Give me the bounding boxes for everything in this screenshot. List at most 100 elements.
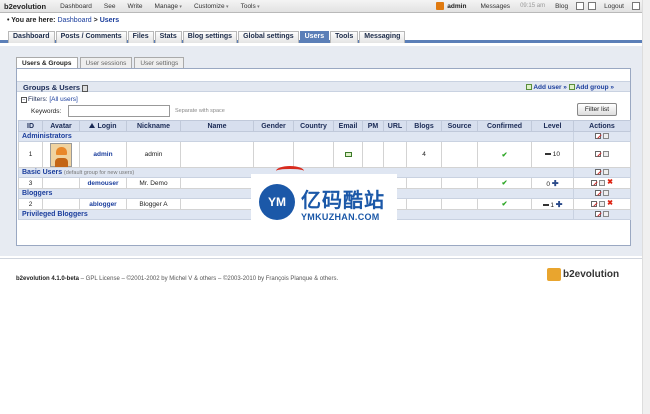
filter-list-button[interactable]: Filter list	[577, 103, 617, 116]
export-icon[interactable]	[82, 84, 89, 92]
tab-posts-comments[interactable]: Posts / Comments	[55, 31, 127, 43]
collapse-filters-icon[interactable]: −	[21, 97, 27, 103]
edit-icon[interactable]	[595, 151, 601, 158]
footer-version[interactable]: b2evolution 4.1.0-beta	[16, 276, 79, 282]
user-source	[441, 177, 478, 189]
breadcrumb-current[interactable]: Users	[100, 17, 119, 24]
add-group-link[interactable]: Add group »	[576, 84, 614, 91]
user-login[interactable]: admin	[79, 141, 127, 168]
tab-blog-settings[interactable]: Blog settings	[182, 31, 238, 43]
decrease-level-icon[interactable]	[544, 153, 551, 156]
user-avatar-cell	[42, 141, 80, 168]
filters-label: Filters:	[28, 96, 48, 103]
window-icon[interactable]	[588, 2, 597, 10]
user-gender	[253, 141, 294, 168]
col-confirmed[interactable]: Confirmed	[477, 120, 532, 132]
toolbar-time: 09:15 am	[520, 3, 546, 9]
user-name	[180, 198, 254, 210]
toolbar-logout[interactable]: Logout	[598, 3, 630, 10]
tab-dashboard[interactable]: Dashboard	[8, 31, 55, 43]
tab-messaging[interactable]: Messaging	[359, 31, 406, 43]
panel-links: Add user » Add group »	[526, 84, 614, 91]
add-user-link[interactable]: Add user »	[533, 84, 567, 91]
user-source	[441, 198, 478, 210]
brand-label[interactable]: b2evolution	[0, 2, 54, 11]
watermark-subtitle: YMKUZHAN.COM	[301, 212, 380, 222]
edit-icon[interactable]	[595, 169, 601, 176]
edit-icon[interactable]	[591, 179, 598, 186]
user-icon	[436, 2, 445, 10]
avatar[interactable]	[50, 142, 72, 167]
user-login[interactable]: demouser	[79, 177, 127, 189]
subtab-user-settings[interactable]: User settings	[134, 57, 185, 68]
copy-icon[interactable]	[603, 151, 609, 158]
col-blogs[interactable]: Blogs	[406, 120, 442, 132]
user-id: 1	[18, 141, 43, 168]
toolbar-blog[interactable]: Blog	[549, 3, 574, 10]
keywords-input[interactable]	[68, 105, 170, 117]
decrease-level-icon[interactable]	[542, 203, 549, 206]
user-pm	[362, 141, 384, 168]
group-name[interactable]: Administrators	[22, 133, 72, 140]
col-nickname[interactable]: Nickname	[126, 120, 181, 132]
tab-users[interactable]: Users	[299, 31, 330, 43]
delete-icon[interactable]: ✖	[607, 179, 613, 186]
edit-icon[interactable]	[595, 133, 601, 140]
tab-stats[interactable]: Stats	[154, 31, 182, 43]
col-level[interactable]: Level	[531, 120, 574, 132]
tab-global-settings[interactable]: Global settings	[238, 31, 299, 43]
subtab-users-groups[interactable]: Users & Groups	[16, 57, 78, 68]
toolbar-user[interactable]: admin	[428, 2, 474, 10]
email-icon[interactable]	[344, 151, 352, 157]
group-name[interactable]: Bloggers	[22, 190, 52, 197]
group-name[interactable]: Privileged Bloggers	[22, 211, 88, 218]
col-gender[interactable]: Gender	[253, 120, 294, 132]
tab-tools[interactable]: Tools	[330, 31, 359, 43]
col-login[interactable]: Login	[79, 120, 127, 132]
add-user-icon[interactable]	[526, 84, 533, 91]
toolbar-write[interactable]: Write	[121, 3, 148, 10]
copy-icon[interactable]	[603, 169, 609, 176]
increase-level-icon[interactable]: ✚	[552, 179, 559, 188]
filters-value[interactable]: [All users]	[49, 96, 78, 103]
edit-icon[interactable]	[591, 200, 598, 207]
user-confirmed: ✔	[477, 177, 532, 189]
subtab-user-sessions[interactable]: User sessions	[79, 57, 133, 68]
user-login[interactable]: ablogger	[79, 198, 127, 210]
footer-logo[interactable]: b2evolution	[547, 268, 619, 281]
user-blogs[interactable]: 4	[406, 141, 442, 168]
col-url[interactable]: URL	[383, 120, 407, 132]
copy-icon[interactable]	[603, 133, 609, 140]
footer-license: – GPL License – ©2001-2002 by Michel V &…	[79, 276, 339, 282]
user-name	[180, 141, 254, 168]
copy-icon[interactable]	[599, 200, 606, 207]
add-group-icon[interactable]	[568, 84, 575, 91]
close-icon[interactable]	[632, 2, 640, 10]
user-level: 10	[531, 141, 574, 168]
user-avatar-cell	[42, 177, 80, 189]
col-country[interactable]: Country	[293, 120, 334, 132]
edit-icon[interactable]	[595, 211, 601, 218]
toolbar-manage[interactable]: Manage	[149, 3, 188, 10]
increase-level-icon[interactable]: ✚	[556, 200, 563, 209]
col-email[interactable]: Email	[333, 120, 363, 132]
col-name[interactable]: Name	[180, 120, 254, 132]
toolbar-dashboard[interactable]: Dashboard	[54, 3, 98, 10]
toolbar-see[interactable]: See	[98, 3, 122, 10]
col-id[interactable]: ID	[18, 120, 43, 132]
copy-icon[interactable]	[599, 179, 606, 186]
group-name[interactable]: Basic Users	[22, 169, 62, 176]
edit-icon[interactable]	[595, 190, 601, 197]
delete-icon[interactable]: ✖	[607, 200, 613, 207]
col-source[interactable]: Source	[441, 120, 478, 132]
group-actions	[573, 209, 631, 220]
toolbar-tools[interactable]: Tools	[235, 3, 266, 10]
toolbar-messages[interactable]: Messages	[474, 3, 516, 10]
toolbar-customize[interactable]: Customize	[188, 3, 235, 10]
copy-icon[interactable]	[603, 190, 609, 197]
copy-icon[interactable]	[603, 211, 609, 218]
page-icon[interactable]	[576, 2, 585, 10]
tab-files[interactable]: Files	[127, 31, 154, 43]
breadcrumb-dashboard-link[interactable]: Dashboard	[57, 17, 91, 24]
vertical-scrollbar[interactable]	[642, 0, 650, 414]
